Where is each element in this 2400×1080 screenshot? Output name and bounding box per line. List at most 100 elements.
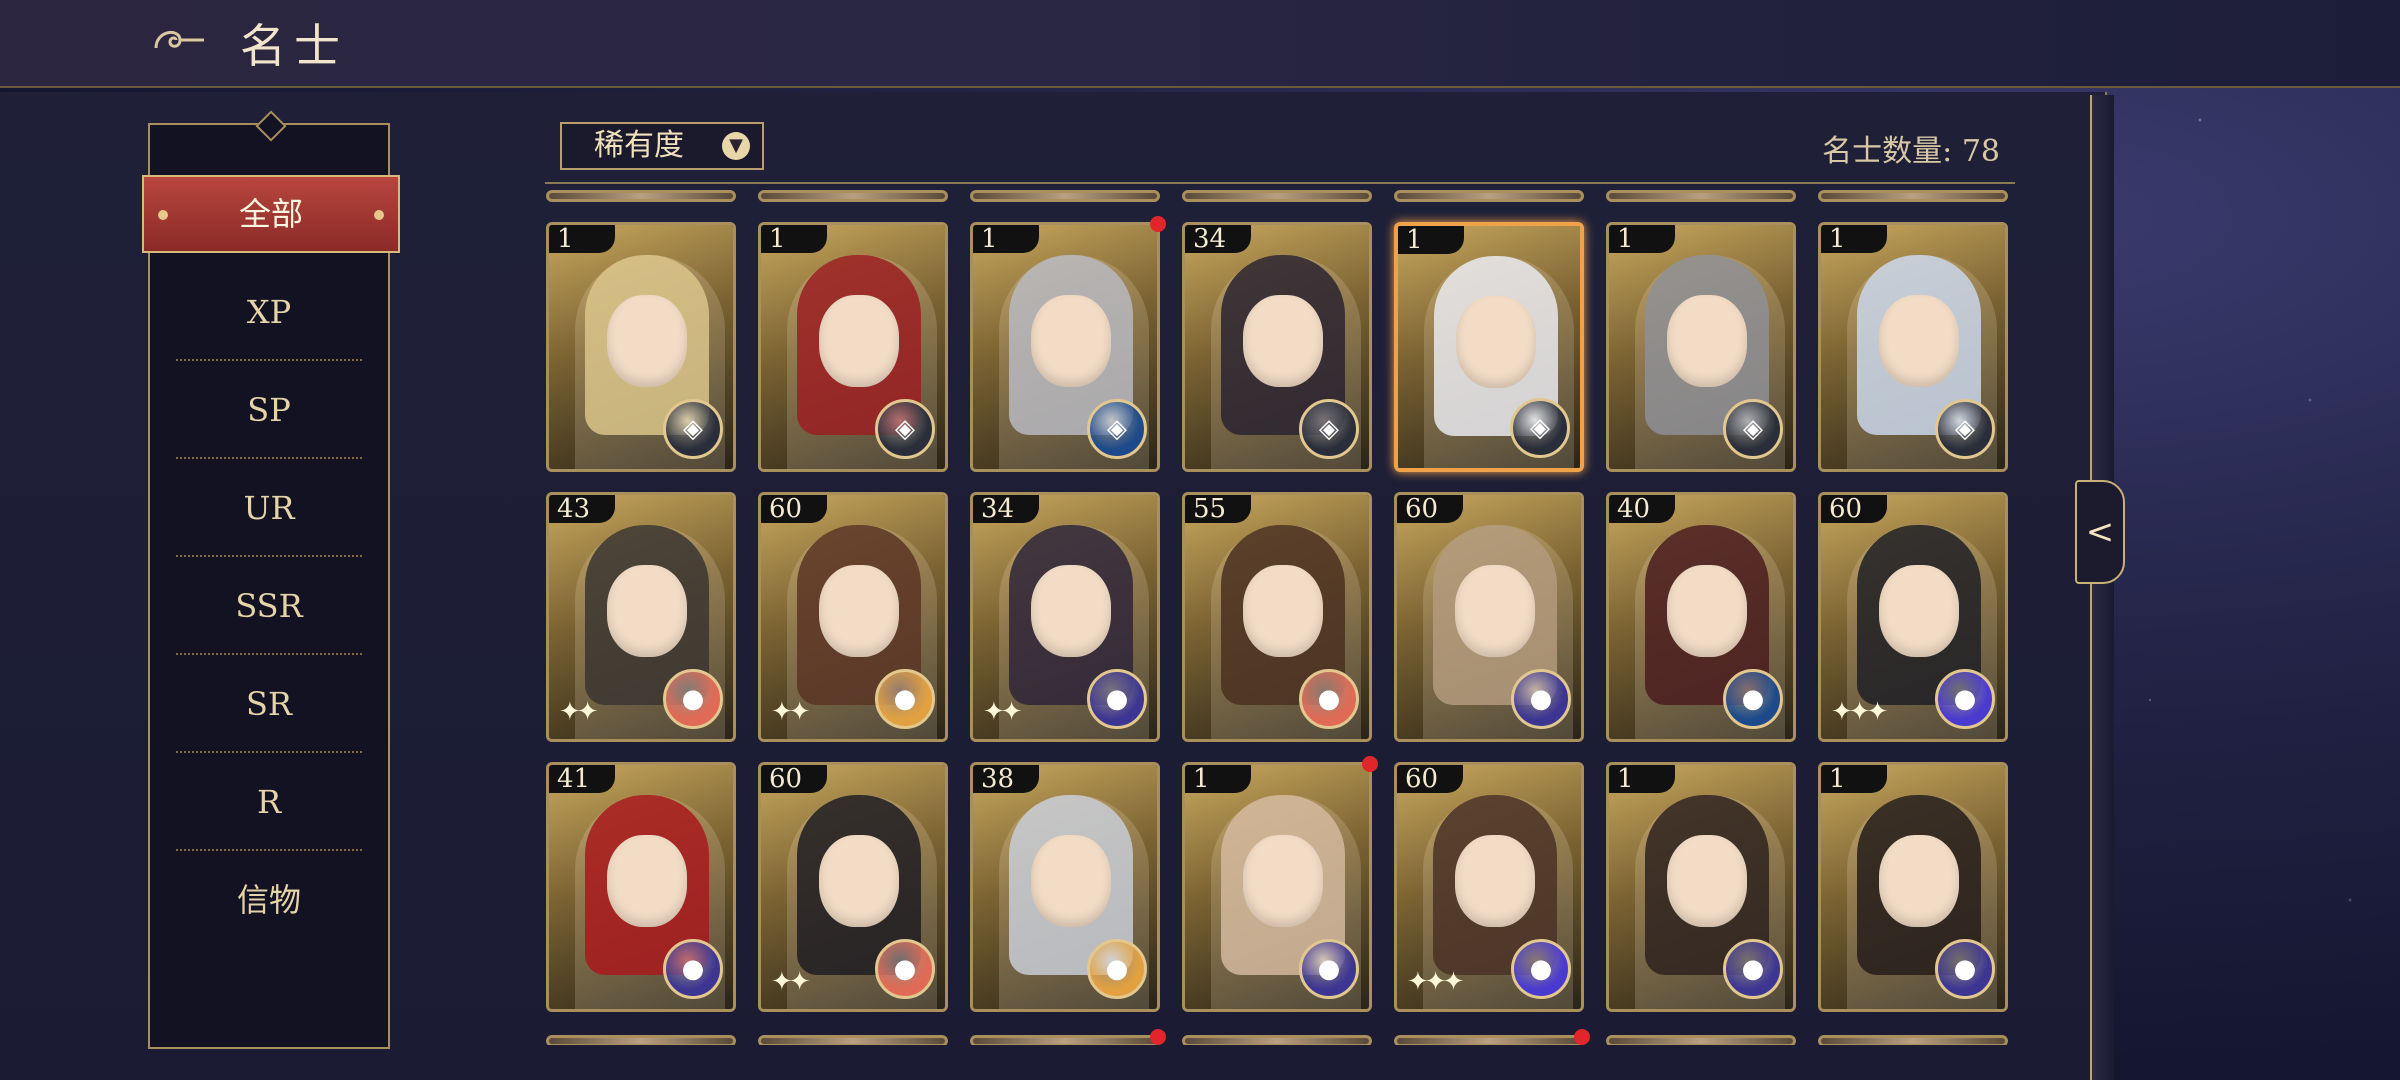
character-card[interactable]: 38 ● [970,762,1160,1012]
cloud-swirl-icon [150,22,206,58]
orb-icon: ● [1087,939,1147,999]
filter-r[interactable]: R [150,753,388,851]
level-label: 1 [1609,225,1675,253]
character-card[interactable]: 60 ✦✦ ● [758,492,948,742]
level-label: 55 [1185,495,1251,523]
filter-label: 信物 [236,881,301,919]
character-face [607,295,687,387]
character-card[interactable]: 60 ✦✦✦ ● [1394,762,1584,1012]
character-card[interactable]: 1 ◈ [1818,222,2008,472]
sparkle-icon: ✦✦ [771,967,811,997]
level-label: 1 [973,225,1039,253]
character-card[interactable]: 60 ✦✦ ● [758,762,948,1012]
character-face [819,565,899,657]
filter-sp[interactable]: SP [150,361,388,459]
character-card[interactable]: 60 ● [1394,492,1584,742]
rarity-sort-label: 稀有度 [594,128,684,163]
character-face [1243,565,1323,657]
orb-icon: ● [663,669,723,729]
top-header: 名士 [0,0,2400,88]
character-card[interactable]: 55 ● [1182,492,1372,742]
character-card[interactable]: 60 ✦✦✦ ● [1818,492,2008,742]
rarity-sort-dropdown[interactable]: 稀有度 ▼ [560,122,764,170]
character-card[interactable]: 1 ● [1182,762,1372,1012]
character-card[interactable]: 1 ◈ [546,222,736,472]
partial-card-top [758,190,948,202]
character-card[interactable]: 34 ◈ [1182,222,1372,472]
divider [545,182,2015,184]
level-label: 34 [973,495,1039,523]
filter-label: UR [243,489,295,527]
character-card[interactable]: 1 ◈ [1394,222,1584,472]
character-card[interactable]: 41 ● [546,762,736,1012]
character-face [1031,565,1111,657]
filter-ssr[interactable]: SSR [150,557,388,655]
character-grid[interactable]: 1 ◈ 1 ◈ 1 ◈ 34 ◈ 1 ◈ 1 ◈ 1 ◈ 43 ✦✦ ● 60 ✦✦ ● 34 ✦✦ ● 55 ● 60 ● 40 ● 6… [546,190,2016,1045]
filter-all[interactable]: 全部 [142,175,400,253]
partial-card-top [1182,190,1372,202]
ornament-dot [158,210,168,220]
orb-icon: ● [1723,939,1783,999]
sparkle-icon: ✦✦✦ [1407,967,1464,997]
notification-dot [1574,1029,1590,1045]
rarity-filter-sidebar: 全部 XP SP UR SSR SR R 信物 [142,110,400,1049]
filter-token[interactable]: 信物 [150,851,388,949]
character-face [607,835,687,927]
character-face [1031,835,1111,927]
partial-card-bottom [970,1035,1160,1045]
compass-icon: ◈ [663,399,723,459]
filter-sr[interactable]: SR [150,655,388,753]
partial-card-bottom [1818,1035,2008,1045]
orb-icon: ● [1299,669,1359,729]
character-face [1031,295,1111,387]
filter-xp[interactable]: XP [150,263,388,361]
level-label: 60 [1397,495,1463,523]
notification-dot [1362,756,1378,772]
level-label: 1 [1609,765,1675,793]
character-face [1455,565,1535,657]
level-label: 60 [761,765,827,793]
character-card[interactable]: 1 ◈ [970,222,1160,472]
filter-ur[interactable]: UR [150,459,388,557]
orb-icon: ● [1511,669,1571,729]
orb-icon: ● [1935,669,1995,729]
compass-icon: ◈ [1723,399,1783,459]
level-label: 1 [1821,225,1887,253]
character-card[interactable]: 40 ● [1606,492,1796,742]
character-face [1879,565,1959,657]
partial-card-bottom [1394,1035,1584,1045]
page-title: 名士 [240,19,348,73]
compass-icon: ◈ [1087,399,1147,459]
orb-icon: ● [1511,939,1571,999]
character-card[interactable]: 1 ◈ [1606,222,1796,472]
partial-card-top [1394,190,1584,202]
level-label: 60 [1821,495,1887,523]
level-label: 43 [549,495,615,523]
character-card[interactable]: 1 ◈ [758,222,948,472]
partial-card-bottom [758,1035,948,1045]
character-face [819,835,899,927]
character-card[interactable]: 1 ● [1606,762,1796,1012]
sparkle-icon: ✦✦ [771,697,811,727]
character-face [1667,835,1747,927]
level-label: 1 [1185,765,1251,793]
level-label: 40 [1609,495,1675,523]
level-label: 34 [1185,225,1251,253]
compass-icon: ◈ [875,399,935,459]
filter-label: R [256,783,282,821]
character-card[interactable]: 43 ✦✦ ● [546,492,736,742]
arrow-left-icon: < [2085,512,2115,552]
character-card[interactable]: 34 ✦✦ ● [970,492,1160,742]
character-face [1456,296,1536,388]
collapse-side-tab[interactable]: < [2075,480,2125,584]
sparkle-icon: ✦✦✦ [1831,697,1888,727]
level-label: 1 [761,225,827,253]
character-card[interactable]: 1 ● [1818,762,2008,1012]
character-face [1455,835,1535,927]
partial-card-top [1818,190,2008,202]
character-count: 名士数量: 78 [1800,126,2000,170]
filter-label: SSR [235,587,303,625]
character-face [1667,565,1747,657]
character-face [607,565,687,657]
orb-icon: ● [1723,669,1783,729]
